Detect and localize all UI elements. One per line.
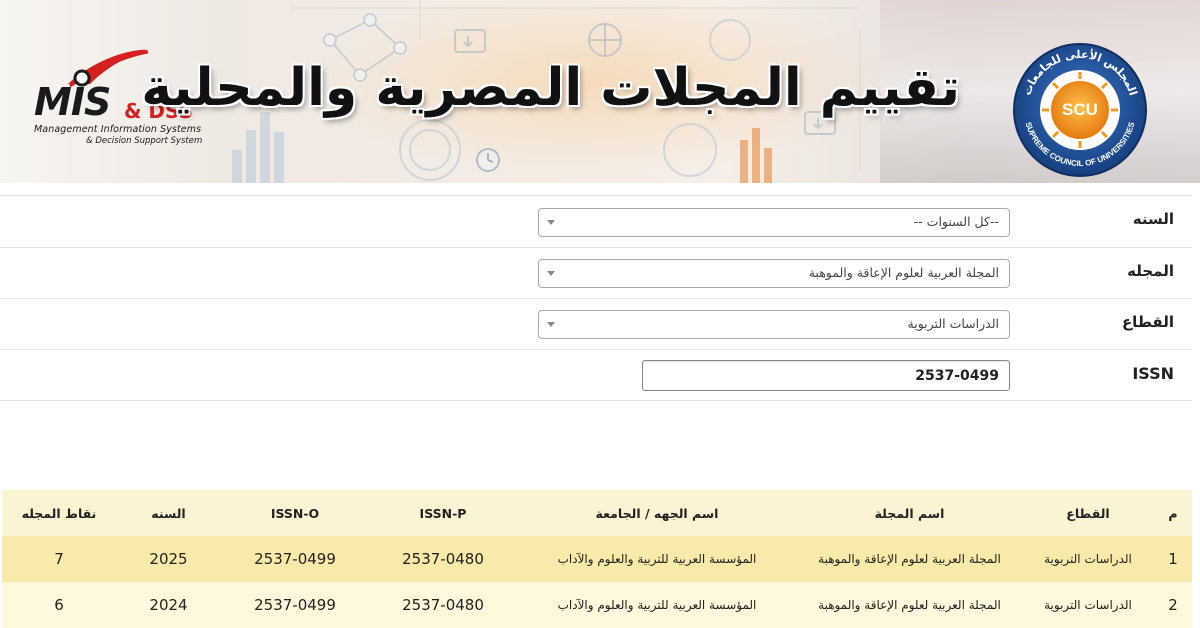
cell-issn-o: 2537-0499: [221, 582, 369, 628]
filter-row-year: السنه --كل السنوات --: [0, 195, 1192, 247]
column-header-year: السنه: [116, 490, 221, 536]
sector-select[interactable]: الدراسات التربوية: [538, 310, 1010, 339]
column-header-issn-o: ISSN-O: [221, 490, 369, 536]
table-row[interactable]: 2 الدراسات التربوية المجلة العربية لعلوم…: [2, 582, 1192, 628]
column-header-issn-p: ISSN-P: [369, 490, 517, 536]
cell-journal-name: المجلة العربية لعلوم الإعاقة والموهبة: [797, 536, 1022, 582]
cell-issn-p: 2537-0480: [369, 582, 517, 628]
year-select-value: --كل السنوات --: [913, 214, 999, 229]
table-header-row: م القطاع اسم المجلة اسم الجهه / الجامعة …: [2, 490, 1192, 536]
cell-points: 6: [2, 582, 116, 628]
journals-table: م القطاع اسم المجلة اسم الجهه / الجامعة …: [2, 490, 1192, 628]
scu-logo: المجلس الأعلى للجامعات SUPREME COUNCIL O…: [1010, 40, 1150, 180]
cell-issn-p: 2537-0480: [369, 536, 517, 582]
column-header-journal-name: اسم المجلة: [797, 490, 1022, 536]
cell-index: 2: [1154, 582, 1192, 628]
page-title: تقييم المجلات المصرية والمحلية: [141, 58, 960, 118]
cell-issn-o: 2537-0499: [221, 536, 369, 582]
journal-label: المجله: [1127, 262, 1174, 280]
table-row[interactable]: 1 الدراسات التربوية المجلة العربية لعلوم…: [2, 536, 1192, 582]
year-label: السنه: [1132, 210, 1174, 228]
mis-logo-text: MIS: [34, 80, 111, 124]
year-select[interactable]: --كل السنوات --: [538, 208, 1010, 237]
cell-year: 2024: [116, 582, 221, 628]
filter-row-journal: المجله المجلة العربية لعلوم الإعاقة والم…: [0, 247, 1192, 298]
filter-row-issn: ISSN: [0, 349, 1192, 401]
cell-publisher: المؤسسة العربية للتربية والعلوم والآداب: [517, 582, 797, 628]
issn-input[interactable]: [642, 360, 1010, 391]
issn-label: ISSN: [1132, 364, 1174, 383]
journal-select[interactable]: المجلة العربية لعلوم الإعاقة والموهبة: [538, 259, 1010, 288]
filter-row-sector: القطاع الدراسات التربوية: [0, 298, 1192, 349]
chevron-down-icon: [547, 322, 555, 327]
cell-year: 2025: [116, 536, 221, 582]
column-header-sector: القطاع: [1022, 490, 1154, 536]
column-header-points: نقاط المجله: [2, 490, 116, 536]
cell-sector: الدراسات التربوية: [1022, 536, 1154, 582]
scu-logo-text: SCU: [1062, 100, 1098, 119]
column-header-index: م: [1154, 490, 1192, 536]
journal-select-value: المجلة العربية لعلوم الإعاقة والموهبة: [808, 265, 999, 280]
cell-journal-name: المجلة العربية لعلوم الإعاقة والموهبة: [797, 582, 1022, 628]
header-banner: MIS & DSS Management Information Systems…: [0, 0, 1200, 183]
cell-sector: الدراسات التربوية: [1022, 582, 1154, 628]
cell-points: 7: [2, 536, 116, 582]
dss-logo-subtitle: & Decision Support System: [86, 136, 203, 146]
sector-label: القطاع: [1121, 313, 1174, 331]
sector-select-value: الدراسات التربوية: [907, 316, 999, 331]
cell-index: 1: [1154, 536, 1192, 582]
chevron-down-icon: [547, 220, 555, 225]
cell-publisher: المؤسسة العربية للتربية والعلوم والآداب: [517, 536, 797, 582]
chevron-down-icon: [547, 271, 555, 276]
column-header-publisher: اسم الجهه / الجامعة: [517, 490, 797, 536]
